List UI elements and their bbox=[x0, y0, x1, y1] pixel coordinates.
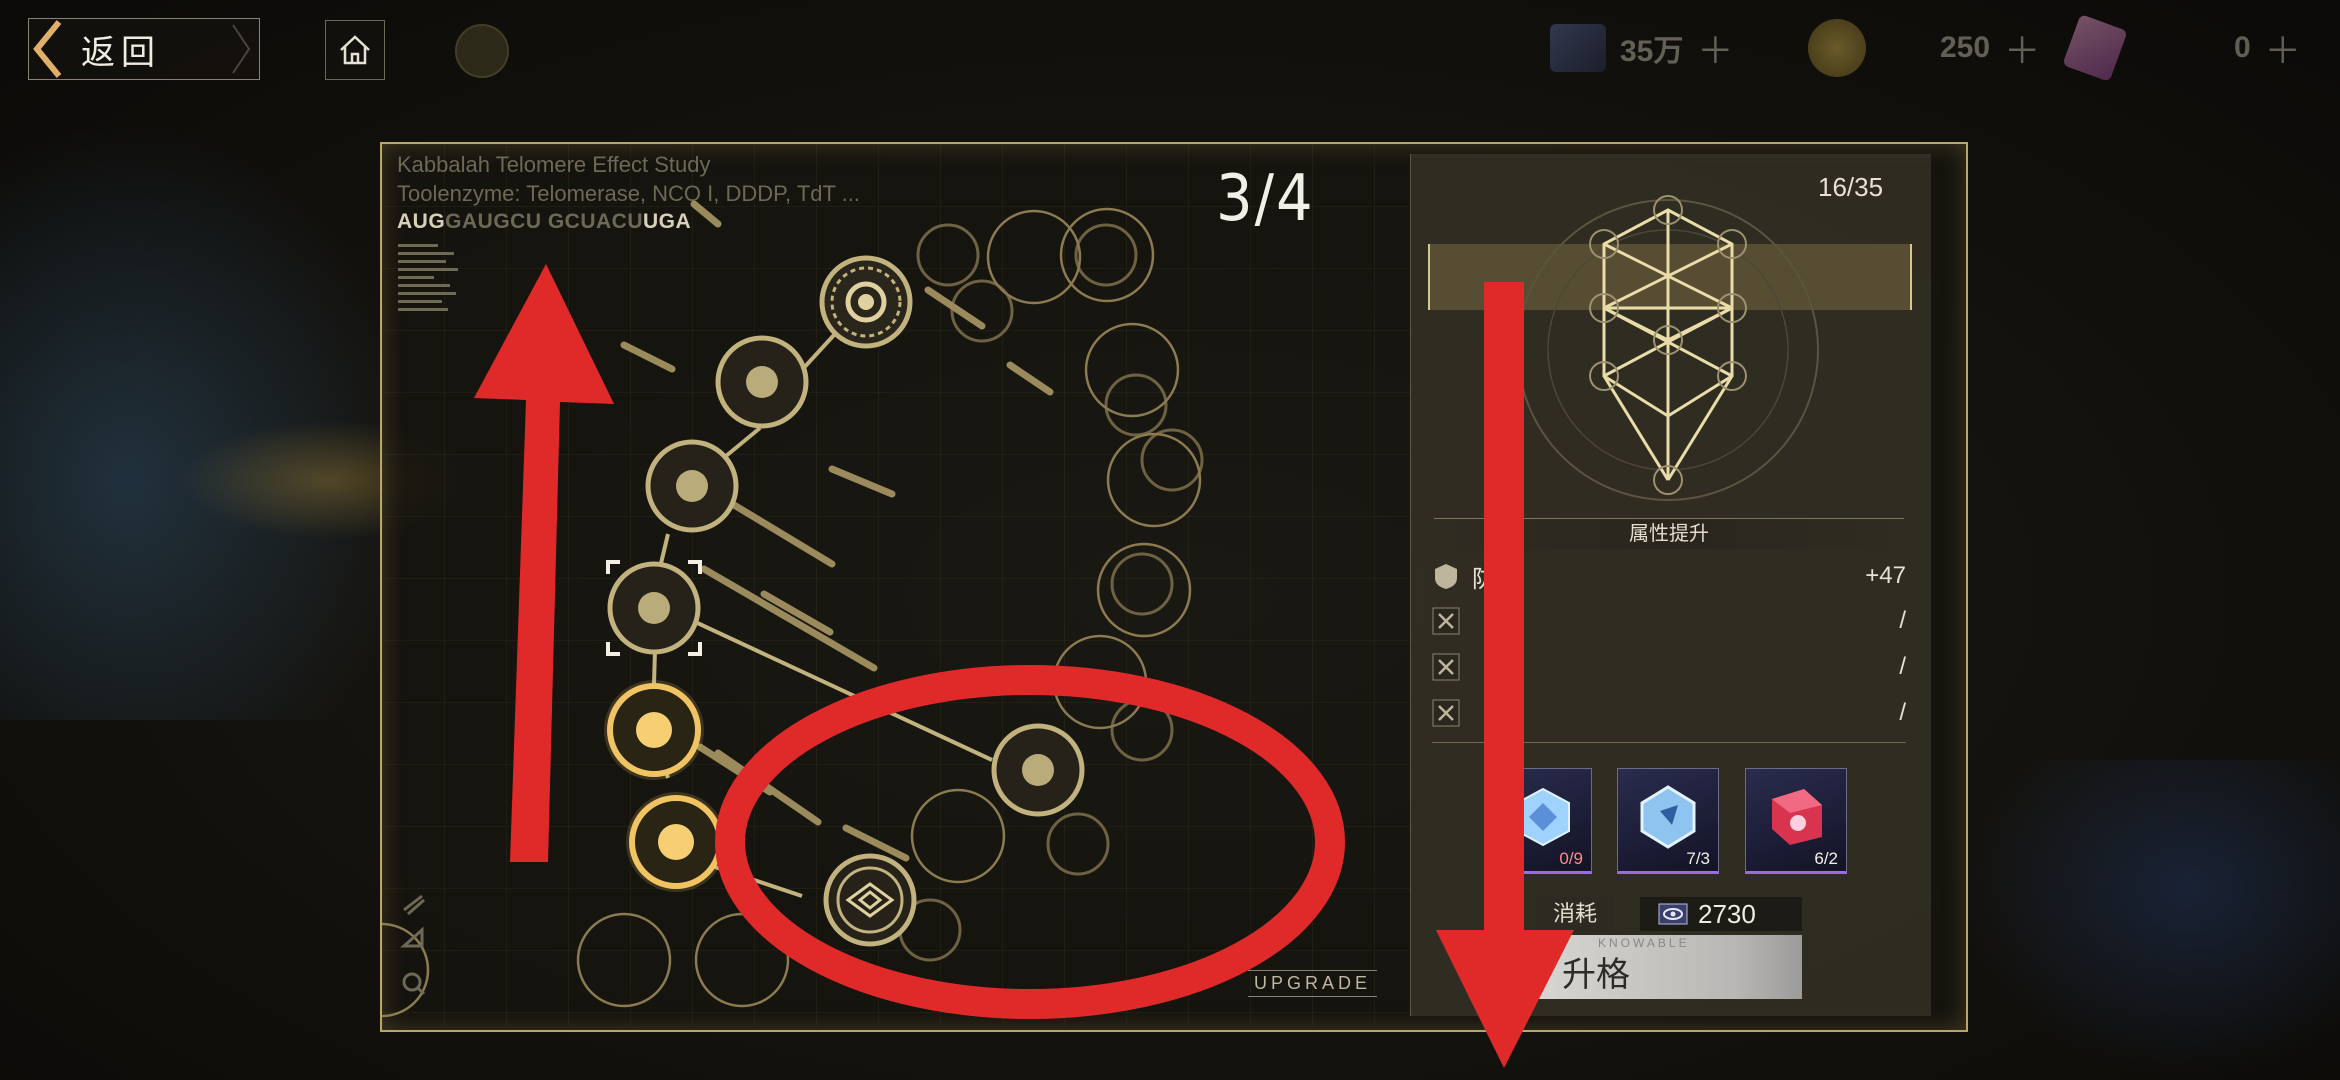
annotation-arrow-up bbox=[474, 264, 614, 862]
annotation-overlay bbox=[474, 264, 1574, 1068]
annotation-arrow-down bbox=[1436, 282, 1574, 1068]
annotation-circle bbox=[715, 665, 1345, 1019]
